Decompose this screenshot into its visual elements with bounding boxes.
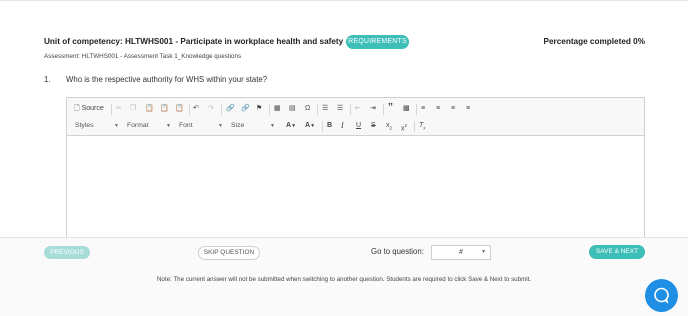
special-char-icon[interactable]: Ω (305, 104, 310, 114)
top-divider (0, 0, 688, 1)
answer-text-area[interactable] (67, 137, 644, 247)
copy-icon[interactable]: ❐ (130, 104, 136, 114)
size-dropdown[interactable]: Size ▼ (231, 120, 277, 132)
source-button[interactable]: 🗋 Source (74, 104, 104, 114)
goto-question-label: Go to question: (371, 247, 424, 256)
align-right-icon[interactable]: ≡ (451, 104, 455, 114)
indent-icon[interactable]: ⇥ (370, 104, 376, 114)
previous-button[interactable]: PREVIOUS (44, 246, 90, 259)
save-and-next-button[interactable]: SAVE & NEXT (589, 245, 645, 259)
question-text: Who is the respective authority for WHS … (66, 75, 268, 84)
assessment-subtitle: Assessment: HLTWHS001 - Assessment Task … (44, 53, 242, 60)
goto-question-value: # (459, 249, 463, 256)
numbered-list-icon[interactable]: ☰ (322, 104, 328, 114)
editor-toolbar: 🗋 Source ✂ ❐ 📋 📋 📋 ↶ ↷ 🔗 🔗 ⚑ ▦ ▤ Ω ☰ ☰ ⇤… (67, 98, 644, 136)
align-left-icon[interactable]: ≡ (421, 104, 425, 114)
background-color-icon[interactable]: A▼ (305, 121, 315, 131)
anchor-flag-icon[interactable]: ⚑ (256, 104, 262, 114)
unit-title: Unit of competency: HLTWHS001 - Particip… (44, 37, 364, 46)
rich-text-editor: 🗋 Source ✂ ❐ 📋 📋 📋 ↶ ↷ 🔗 🔗 ⚑ ▦ ▤ Ω ☰ ☰ ⇤… (66, 97, 645, 247)
div-container-icon[interactable]: ▩ (403, 104, 410, 114)
bold-icon[interactable]: B (327, 121, 332, 131)
question-number: 1. (44, 75, 51, 84)
toolbar-separator (350, 104, 351, 115)
italic-icon[interactable]: I (341, 121, 344, 131)
submission-note: Note: The current answer will not be sub… (156, 276, 532, 283)
format-label: Format (127, 122, 149, 129)
redo-icon[interactable]: ↷ (208, 104, 214, 114)
link-icon[interactable]: 🔗 (226, 104, 235, 114)
styles-label: Styles (75, 122, 94, 129)
chat-button[interactable] (645, 279, 678, 312)
chevron-down-icon: ▼ (114, 123, 119, 129)
text-color-icon[interactable]: A▼ (286, 121, 296, 131)
align-center-icon[interactable]: ≡ (436, 104, 440, 114)
chevron-down-icon: ▼ (218, 123, 223, 129)
toolbar-separator (322, 121, 323, 132)
toolbar-separator (189, 104, 190, 115)
paste-icon[interactable]: 📋 (145, 104, 154, 114)
table-icon[interactable]: ▦ (274, 104, 281, 114)
toolbar-separator (221, 104, 222, 115)
justify-icon[interactable]: ≡ (466, 104, 470, 114)
unlink-icon[interactable]: 🔗 (241, 104, 250, 114)
strikethrough-icon[interactable]: S (371, 121, 376, 131)
remove-format-icon[interactable]: Tx (419, 121, 426, 133)
outdent-icon[interactable]: ⇤ (355, 104, 361, 114)
bulleted-list-icon[interactable]: ☰ (337, 104, 343, 114)
horizontal-line-icon[interactable]: ▤ (289, 104, 296, 114)
chevron-down-icon: ▼ (166, 123, 171, 129)
toolbar-separator (111, 104, 112, 115)
toolbar-separator (269, 104, 270, 115)
toolbar-separator (317, 104, 318, 115)
styles-dropdown[interactable]: Styles ▼ (75, 120, 121, 132)
blockquote-icon[interactable]: ” (388, 103, 393, 113)
paste-text-icon[interactable]: 📋 (160, 104, 169, 114)
source-label: Source (81, 105, 104, 112)
font-label: Font (179, 122, 193, 129)
chevron-down-icon: ▼ (481, 249, 486, 255)
superscript-icon[interactable]: x2 (401, 121, 407, 134)
goto-question-select[interactable]: # ▼ (431, 245, 491, 260)
toolbar-separator (416, 104, 417, 115)
paste-word-icon[interactable]: 📋 (175, 104, 184, 114)
undo-icon[interactable]: ↶ (193, 104, 199, 114)
format-dropdown[interactable]: Format ▼ (127, 120, 173, 132)
underline-icon[interactable]: U (356, 121, 361, 131)
source-icon: 🗋 (74, 105, 80, 112)
skip-question-button[interactable]: SKIP QUESTION (198, 246, 260, 260)
toolbar-separator (414, 121, 415, 132)
chat-bubble-icon (654, 287, 669, 304)
size-label: Size (231, 122, 245, 129)
toolbar-separator (383, 104, 384, 115)
font-dropdown[interactable]: Font ▼ (179, 120, 225, 132)
subscript-icon[interactable]: x2 (386, 121, 392, 133)
requirements-button[interactable]: REQUIREMENTS (346, 35, 409, 49)
cut-icon[interactable]: ✂ (116, 104, 122, 114)
percentage-completed: Percentage completed 0% (543, 37, 645, 46)
chevron-down-icon: ▼ (270, 123, 275, 129)
